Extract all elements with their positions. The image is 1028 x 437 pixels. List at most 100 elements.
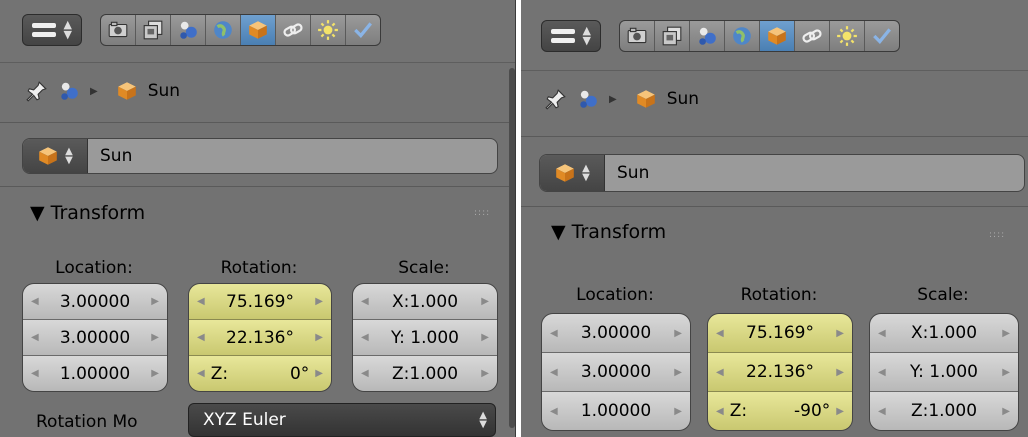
arrow-right-icon[interactable]: ▶ (674, 367, 682, 378)
arrow-left-icon[interactable]: ◀ (878, 367, 886, 378)
rotation-x-field[interactable]: ◀ 75.169° ▶ (189, 284, 331, 320)
tab-constraints[interactable] (276, 15, 311, 45)
arrow-right-icon[interactable]: ▶ (481, 368, 489, 379)
render-icon (108, 21, 128, 38)
rotation-y-value: 22.136° (746, 362, 814, 382)
pin-icon[interactable] (545, 88, 567, 110)
arrow-right-icon[interactable]: ▶ (151, 368, 159, 379)
arrow-right-icon[interactable]: ▶ (1002, 367, 1010, 378)
tab-render[interactable] (101, 15, 136, 45)
tab-world[interactable] (206, 15, 241, 45)
tab-scene[interactable] (171, 15, 206, 45)
rotation-label: Rotation: (740, 285, 818, 305)
tab-lamp-data[interactable] (311, 15, 346, 45)
arrow-right-icon[interactable]: ▶ (674, 406, 682, 417)
arrow-right-icon[interactable]: ▶ (1002, 406, 1010, 417)
tab-modifiers[interactable] (346, 15, 380, 45)
rotation-z-field[interactable]: ◀ Z: 0° ▶ (189, 356, 331, 391)
arrow-left-icon[interactable]: ◀ (716, 367, 724, 378)
arrow-left-icon[interactable]: ◀ (361, 332, 369, 343)
scale-y-field[interactable]: ◀ Y: 1.000 ▶ (870, 353, 1018, 392)
location-label: Location: (576, 285, 654, 305)
arrow-left-icon[interactable]: ◀ (878, 406, 886, 417)
rotation-x-field[interactable]: ◀ 75.169° ▶ (708, 314, 852, 353)
scale-x-field[interactable]: ◀ X:1.000 ▶ (353, 284, 497, 320)
tab-object[interactable] (760, 21, 795, 51)
arrow-right-icon[interactable]: ▶ (315, 332, 323, 343)
location-x-field[interactable]: ◀ 3.00000 ▶ (542, 314, 690, 353)
location-y-field[interactable]: ◀ 3.00000 ▶ (23, 320, 167, 356)
rotation-y-field[interactable]: ◀ 22.136° ▶ (189, 320, 331, 356)
object-browse-button[interactable]: ▲ ▼ (540, 155, 605, 191)
arrow-right-icon[interactable]: ▶ (315, 296, 323, 307)
arrow-left-icon[interactable]: ◀ (550, 367, 558, 378)
editor-type-button[interactable]: ▲ ▼ (541, 20, 601, 52)
arrow-right-icon[interactable]: ▶ (836, 328, 844, 339)
object-name-field[interactable]: ▲ ▼ Sun (22, 138, 498, 174)
drag-handle-icon[interactable]: :::: (989, 230, 1005, 240)
arrow-right-icon[interactable]: ▶ (481, 296, 489, 307)
arrow-right-icon[interactable]: ▶ (315, 368, 323, 379)
transform-panel-header[interactable]: ▼ Transform (551, 221, 666, 243)
scale-x-field[interactable]: ◀ X:1.000 ▶ (870, 314, 1018, 353)
location-fields: ◀ 3.00000 ▶ ◀ 3.00000 ▶ ◀ 1.00000 ▶ (22, 283, 168, 392)
drag-handle-icon[interactable]: :::: (474, 208, 490, 218)
scale-z-field[interactable]: ◀ Z:1.000 ▶ (353, 356, 497, 391)
divider (521, 206, 1028, 207)
object-name-field[interactable]: ▲ ▼ Sun (539, 154, 1025, 192)
arrow-left-icon[interactable]: ◀ (716, 406, 724, 417)
arrow-left-icon[interactable]: ◀ (361, 296, 369, 307)
pin-icon[interactable] (26, 80, 48, 102)
tab-render-layers[interactable] (136, 15, 171, 45)
arrow-right-icon[interactable]: ▶ (836, 406, 844, 417)
tab-object[interactable] (241, 15, 276, 45)
tab-constraints[interactable] (795, 21, 830, 51)
arrow-left-icon[interactable]: ◀ (197, 332, 205, 343)
scale-z-field[interactable]: ◀ Z:1.000 ▶ (870, 392, 1018, 430)
scale-z-value: Z:1.000 (391, 363, 459, 384)
tab-render-layers[interactable] (655, 21, 690, 51)
location-z-field[interactable]: ◀ 1.00000 ▶ (542, 392, 690, 430)
object-browse-button[interactable]: ▲ ▼ (23, 139, 88, 173)
context-tabs (619, 20, 900, 52)
rotation-mode-select[interactable]: XYZ Euler ▲ ▼ (188, 403, 496, 437)
arrow-left-icon[interactable]: ◀ (716, 328, 724, 339)
arrow-left-icon[interactable]: ◀ (550, 406, 558, 417)
rotation-fields: ◀ 75.169° ▶ ◀ 22.136° ▶ ◀ Z: 0° ▶ (188, 283, 332, 392)
rotation-z-field[interactable]: ◀ Z: -90° ▶ (708, 392, 852, 430)
arrow-left-icon[interactable]: ◀ (197, 368, 205, 379)
tab-modifiers[interactable] (865, 21, 899, 51)
location-x-field[interactable]: ◀ 3.00000 ▶ (23, 284, 167, 320)
arrow-left-icon[interactable]: ◀ (31, 332, 39, 343)
scale-x-value: X:1.000 (910, 323, 978, 343)
arrow-right-icon[interactable]: ▶ (151, 296, 159, 307)
arrow-right-icon[interactable]: ▶ (674, 328, 682, 339)
properties-panel-right: ▲ ▼ ▶ Sun ▲ ▼ Sun ▼ Transform :::: Locatio… (521, 0, 1028, 437)
arrow-left-icon[interactable]: ◀ (361, 368, 369, 379)
scale-y-field[interactable]: ◀ Y: 1.000 ▶ (353, 320, 497, 356)
rotation-y-field[interactable]: ◀ 22.136° ▶ (708, 353, 852, 392)
arrow-left-icon[interactable]: ◀ (31, 368, 39, 379)
location-z-value: 1.00000 (580, 401, 652, 421)
editor-type-button[interactable]: ▲ ▼ (22, 14, 82, 46)
tab-scene[interactable] (690, 21, 725, 51)
object-name-text: Sun (617, 163, 650, 183)
arrow-left-icon[interactable]: ◀ (550, 328, 558, 339)
arrow-right-icon[interactable]: ▶ (836, 367, 844, 378)
arrow-right-icon[interactable]: ▶ (151, 332, 159, 343)
arrow-left-icon[interactable]: ◀ (878, 328, 886, 339)
transform-panel-header[interactable]: ▼ Transform (30, 202, 145, 224)
rotation-z-label: Z: (210, 363, 229, 384)
tab-render[interactable] (620, 21, 655, 51)
arrow-left-icon[interactable]: ◀ (31, 296, 39, 307)
location-y-field[interactable]: ◀ 3.00000 ▶ (542, 353, 690, 392)
scrollbar[interactable] (509, 68, 515, 428)
arrow-right-icon[interactable]: ▶ (481, 332, 489, 343)
tab-lamp-data[interactable] (830, 21, 865, 51)
location-fields: ◀ 3.00000 ▶ ◀ 3.00000 ▶ ◀ 1.00000 ▶ (541, 313, 691, 431)
tab-world[interactable] (725, 21, 760, 51)
scale-x-value: X:1.000 (391, 291, 459, 312)
location-z-field[interactable]: ◀ 1.00000 ▶ (23, 356, 167, 391)
arrow-left-icon[interactable]: ◀ (197, 296, 205, 307)
arrow-right-icon[interactable]: ▶ (1002, 328, 1010, 339)
